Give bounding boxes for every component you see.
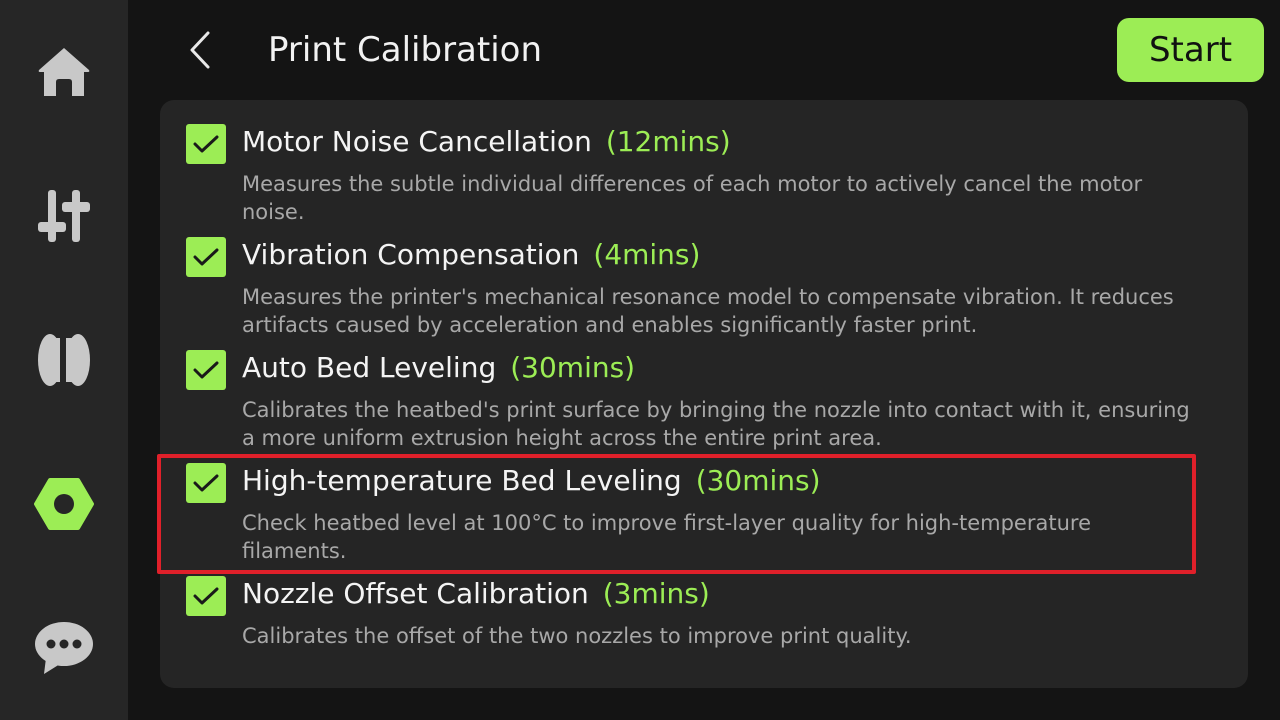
sidebar (0, 0, 128, 720)
calibration-item-vibration-compensation: Vibration Compensation (4mins) Measures t… (160, 213, 1248, 337)
calibration-item-title: Motor Noise Cancellation (12mins) (242, 122, 731, 162)
checkmark-icon (193, 248, 219, 266)
nav-filament[interactable] (26, 322, 102, 398)
chevron-left-icon (190, 31, 210, 69)
back-button[interactable] (176, 26, 224, 74)
calibration-item-duration: (12mins) (605, 125, 731, 158)
checkmark-icon (193, 361, 219, 379)
checkbox-vibration-compensation[interactable] (186, 237, 226, 277)
checkmark-icon (193, 135, 219, 153)
sliders-icon (38, 190, 90, 242)
hex-nut-icon (34, 478, 94, 530)
calibration-item-auto-bed-leveling: Auto Bed Leveling (30mins) Calibrates the… (160, 326, 1248, 450)
calibration-item-duration: (4mins) (593, 238, 701, 271)
checkbox-high-temperature-bed-leveling[interactable] (186, 463, 226, 503)
nav-messages[interactable] (26, 610, 102, 686)
calibration-item-title: Vibration Compensation (4mins) (242, 235, 700, 275)
calibration-item-name: Motor Noise Cancellation (242, 125, 592, 158)
nav-controls[interactable] (26, 178, 102, 254)
home-icon (38, 48, 90, 96)
nav-home[interactable] (26, 34, 102, 110)
calibration-item-title: High-temperature Bed Leveling (30mins) (242, 461, 821, 501)
calibration-item-motor-noise-cancellation: Motor Noise Cancellation (12mins) Measure… (160, 100, 1248, 224)
page-title: Print Calibration (268, 30, 543, 70)
calibration-item-nozzle-offset-calibration: Nozzle Offset Calibration (3mins) Calibra… (160, 552, 1248, 665)
filament-spool-icon (38, 334, 90, 386)
checkmark-icon (193, 474, 219, 492)
calibration-list: Motor Noise Cancellation (12mins) Measure… (160, 100, 1248, 688)
nav-calibration[interactable] (26, 466, 102, 542)
calibration-item-name: High-temperature Bed Leveling (242, 464, 682, 497)
calibration-item-name: Nozzle Offset Calibration (242, 577, 589, 610)
calibration-item-title: Auto Bed Leveling (30mins) (242, 348, 635, 388)
checkbox-auto-bed-leveling[interactable] (186, 350, 226, 390)
calibration-item-duration: (30mins) (510, 351, 636, 384)
calibration-item-title: Nozzle Offset Calibration (3mins) (242, 574, 710, 614)
start-button[interactable]: Start (1117, 18, 1264, 82)
calibration-item-description: Calibrates the offset of the two nozzles… (242, 624, 912, 648)
calibration-item-name: Auto Bed Leveling (242, 351, 497, 384)
checkmark-icon (193, 587, 219, 605)
calibration-item-name: Vibration Compensation (242, 238, 580, 271)
checkbox-nozzle-offset-calibration[interactable] (186, 576, 226, 616)
chat-bubble-icon (35, 622, 93, 674)
checkbox-motor-noise-cancellation[interactable] (186, 124, 226, 164)
calibration-item-duration: (3mins) (602, 577, 710, 610)
calibration-item-duration: (30mins) (695, 464, 821, 497)
calibration-item-high-temperature-bed-leveling: High-temperature Bed Leveling (30mins) Ch… (160, 439, 1248, 563)
